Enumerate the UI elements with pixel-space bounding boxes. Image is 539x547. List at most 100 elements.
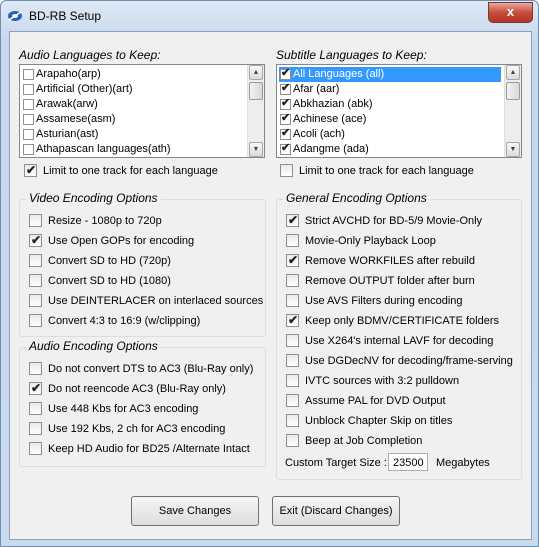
list-item-acoli-ach[interactable]: ✔ Acoli (ach)	[279, 127, 501, 142]
custom-size-input[interactable]: 23500	[388, 453, 428, 471]
list-checkbox[interactable]: ✔	[280, 142, 291, 155]
list-checkbox[interactable]	[23, 114, 34, 125]
option-movie-only-playback-loop[interactable]: Movie-Only Playback Loop	[286, 232, 516, 248]
checkbox-box[interactable]: ✔	[29, 381, 42, 395]
list-checkbox[interactable]: ✔	[280, 127, 291, 140]
option-use-dgdecnv-for-decoding-frame-serving[interactable]: Use DGDecNV for decoding/frame-serving	[286, 352, 516, 368]
list-checkbox[interactable]	[23, 144, 34, 155]
list-item-all-languages-all[interactable]: ✔ All Languages (all)	[279, 67, 501, 82]
list-checkbox[interactable]: ✔	[280, 67, 291, 80]
option-keep-only-bdmv-certificate-folders[interactable]: ✔ Keep only BDMV/CERTIFICATE folders	[286, 312, 516, 328]
exit-discard-button[interactable]: Exit (Discard Changes)	[272, 496, 400, 526]
subtitle-limit-checkbox[interactable]: ✔ Limit to one track for each language	[280, 162, 520, 178]
checkbox-box[interactable]	[286, 434, 299, 447]
scroll-thumb[interactable]	[506, 82, 520, 100]
option-do-not-reencode-ac3-blu-ray-only[interactable]: ✔ Do not reencode AC3 (Blu-Ray only)	[29, 380, 259, 396]
close-button[interactable]: x	[488, 2, 533, 23]
checkbox-box[interactable]	[286, 414, 299, 427]
save-changes-button[interactable]: Save Changes	[131, 496, 259, 526]
checkbox-box[interactable]	[29, 314, 42, 327]
subtitle-languages-scrollbar[interactable]: ▲ ▼	[504, 65, 521, 157]
list-item-afar-aar[interactable]: ✔ Afar (aar)	[279, 82, 501, 97]
checkbox-box[interactable]: ✔	[286, 313, 299, 327]
checkbox-box[interactable]	[29, 402, 42, 415]
list-item-achinese-ace[interactable]: ✔ Achinese (ace)	[279, 112, 501, 127]
scroll-down-arrow-icon[interactable]: ▼	[249, 142, 263, 157]
checkbox-box[interactable]: ✔	[286, 213, 299, 227]
audio-languages-list[interactable]: Arapaho(arp) Artificial (Other)(art) Arawa…	[19, 64, 265, 158]
option-label: Keep HD Audio for BD25 /Alternate Intact	[48, 443, 250, 455]
list-checkbox[interactable]	[23, 99, 34, 110]
checkbox-box[interactable]	[286, 334, 299, 347]
list-item-arapaho-arp[interactable]: Arapaho(arp)	[22, 67, 246, 82]
option-unblock-chapter-skip-on-titles[interactable]: Unblock Chapter Skip on titles	[286, 412, 516, 428]
option-strict-avchd-for-bd-5-9-movie-only[interactable]: ✔ Strict AVCHD for BD-5/9 Movie-Only	[286, 212, 516, 228]
checkbox-box[interactable]: ✔	[286, 253, 299, 267]
checkbox-box[interactable]	[29, 362, 42, 375]
scroll-up-arrow-icon[interactable]: ▲	[506, 65, 520, 80]
option-use-448-kbs-for-ac3-encoding[interactable]: Use 448 Kbs for AC3 encoding	[29, 400, 259, 416]
checkbox-box[interactable]	[286, 234, 299, 247]
checkbox-box[interactable]: ✔	[29, 233, 42, 247]
list-item-abkhazian-abk[interactable]: ✔ Abkhazian (abk)	[279, 97, 501, 112]
list-checkbox[interactable]: ✔	[280, 112, 291, 125]
option-use-deinterlacer-on-interlaced-sources[interactable]: Use DEINTERLACER on interlaced sources	[29, 292, 263, 308]
title-bar[interactable]: BD-RB Setup x	[1, 1, 538, 31]
option-convert-sd-to-hd-720p[interactable]: Convert SD to HD (720p)	[29, 252, 259, 268]
list-item-assamese-asm[interactable]: Assamese(asm)	[22, 112, 246, 127]
video-encoding-group: Video Encoding Options Resize - 1080p to…	[19, 191, 266, 337]
checkmark-icon: ✔	[281, 112, 291, 124]
checkbox-box[interactable]	[29, 214, 42, 227]
list-item-label: Acoli (ach)	[293, 128, 345, 140]
checkbox-box[interactable]	[286, 354, 299, 367]
option-beep-at-job-completion[interactable]: Beep at Job Completion	[286, 432, 516, 448]
option-label: Convert SD to HD (720p)	[48, 255, 171, 267]
option-label: Use 448 Kbs for AC3 encoding	[48, 403, 199, 415]
checkbox-box[interactable]	[286, 274, 299, 287]
scroll-up-arrow-icon[interactable]: ▲	[249, 65, 263, 80]
option-assume-pal-for-dvd-output[interactable]: Assume PAL for DVD Output	[286, 392, 516, 408]
checkbox-box[interactable]	[29, 294, 42, 307]
checkbox-box[interactable]	[286, 374, 299, 387]
option-remove-workfiles-after-rebuild[interactable]: ✔ Remove WORKFILES after rebuild	[286, 252, 516, 268]
list-item-arawak-arw[interactable]: Arawak(arw)	[22, 97, 246, 112]
checkbox-box[interactable]	[29, 274, 42, 287]
list-item-athapascan-languages-ath[interactable]: Athapascan languages(ath)	[22, 142, 246, 157]
option-label: Beep at Job Completion	[305, 435, 423, 447]
list-item-asturian-ast[interactable]: Asturian(ast)	[22, 127, 246, 142]
option-resize-1080p-to-720p[interactable]: Resize - 1080p to 720p	[29, 212, 259, 228]
list-item-adangme-ada[interactable]: ✔ Adangme (ada)	[279, 142, 501, 157]
checkbox-box[interactable]	[29, 442, 42, 455]
checkbox-box[interactable]	[29, 422, 42, 435]
dialog-client-area: Audio Languages to Keep: Arapaho(arp) Art…	[9, 31, 532, 540]
option-convert-4-3-to-16-9-w-clipping[interactable]: Convert 4:3 to 16:9 (w/clipping)	[29, 312, 259, 328]
scroll-down-arrow-icon[interactable]: ▼	[506, 142, 520, 157]
list-checkbox[interactable]	[23, 129, 34, 140]
option-do-not-convert-dts-to-ac3-blu-ray-only[interactable]: Do not convert DTS to AC3 (Blu-Ray only)	[29, 360, 259, 376]
checkbox-box[interactable]: ✔	[24, 163, 37, 177]
checkbox-box[interactable]: ✔	[280, 164, 293, 177]
list-checkbox[interactable]: ✔	[280, 97, 291, 110]
option-keep-hd-audio-for-bd25-alternate-intact[interactable]: Keep HD Audio for BD25 /Alternate Intact	[29, 440, 259, 456]
option-remove-output-folder-after-burn[interactable]: Remove OUTPUT folder after burn	[286, 272, 516, 288]
option-use-x264-s-internal-lavf-for-decoding[interactable]: Use X264's internal LAVF for decoding	[286, 332, 516, 348]
list-item-artificial-other-art[interactable]: Artificial (Other)(art)	[22, 82, 246, 97]
window-title: BD-RB Setup	[29, 9, 102, 23]
audio-languages-scrollbar[interactable]: ▲ ▼	[247, 65, 264, 157]
subtitle-languages-list[interactable]: ✔ All Languages (all) ✔ Afar (aar) ✔ Abkhazia…	[276, 64, 522, 158]
list-checkbox[interactable]	[23, 84, 34, 95]
list-checkbox[interactable]	[23, 69, 34, 80]
audio-limit-checkbox[interactable]: ✔ Limit to one track for each language	[24, 162, 264, 178]
option-use-avs-filters-during-encoding[interactable]: Use AVS Filters during encoding	[286, 292, 516, 308]
checkbox-box[interactable]	[29, 254, 42, 267]
checkbox-box[interactable]	[286, 294, 299, 307]
checkbox-box[interactable]	[286, 394, 299, 407]
list-checkbox[interactable]: ✔	[280, 82, 291, 95]
option-convert-sd-to-hd-1080[interactable]: Convert SD to HD (1080)	[29, 272, 259, 288]
option-label: Resize - 1080p to 720p	[48, 215, 162, 227]
option-use-192-kbs-2-ch-for-ac3-encoding[interactable]: Use 192 Kbs, 2 ch for AC3 encoding	[29, 420, 259, 436]
option-use-open-gops-for-encoding[interactable]: ✔ Use Open GOPs for encoding	[29, 232, 259, 248]
scroll-thumb[interactable]	[249, 82, 263, 100]
option-label: Use DGDecNV for decoding/frame-serving	[305, 355, 513, 367]
option-ivtc-sources-with-3-2-pulldown[interactable]: IVTC sources with 3:2 pulldown	[286, 372, 516, 388]
